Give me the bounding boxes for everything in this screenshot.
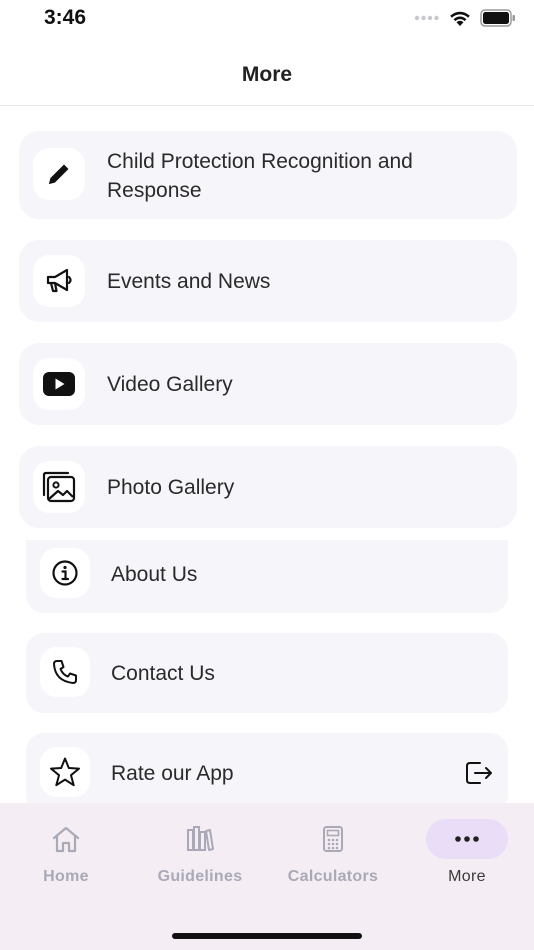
menu-item-events-news[interactable]: Events and News bbox=[19, 240, 517, 322]
status-icons bbox=[414, 8, 516, 28]
tab-icon-container bbox=[25, 819, 107, 859]
tab-label: Home bbox=[43, 868, 89, 885]
menu-icon-box bbox=[33, 148, 85, 200]
menu-icon-box bbox=[40, 647, 90, 697]
menu-item-child-protection[interactable]: Child Protection Recognition and Respons… bbox=[19, 131, 517, 219]
menu-icon-box bbox=[40, 747, 90, 797]
signal-icon bbox=[414, 15, 439, 21]
menu-icon-box bbox=[40, 548, 90, 598]
tab-label: More bbox=[448, 868, 486, 885]
tab-icon-container bbox=[292, 819, 374, 859]
phone-icon bbox=[53, 660, 77, 684]
menu-item-video-gallery[interactable]: Video Gallery bbox=[19, 343, 517, 425]
youtube-icon bbox=[43, 372, 75, 396]
menu-item-contact-us[interactable]: Contact Us bbox=[26, 633, 508, 713]
menu-item-label: Child Protection Recognition and Respons… bbox=[107, 150, 413, 202]
pencil-icon bbox=[49, 164, 69, 184]
menu-item-label: Contact Us bbox=[111, 662, 215, 685]
megaphone-icon bbox=[46, 268, 72, 293]
tab-calculators[interactable]: Calculators bbox=[278, 819, 388, 889]
tab-label: Guidelines bbox=[157, 868, 243, 885]
menu-icon-box bbox=[33, 358, 85, 410]
menu-item-photo-gallery[interactable]: Photo Gallery bbox=[19, 446, 517, 528]
home-indicator bbox=[172, 933, 362, 939]
battery-icon bbox=[480, 9, 515, 27]
more-dots-icon bbox=[455, 836, 479, 842]
star-icon bbox=[50, 757, 80, 787]
menu-icon-box bbox=[33, 255, 85, 307]
menu-item-label: Events and News bbox=[107, 270, 271, 293]
external-link-icon[interactable] bbox=[464, 758, 494, 788]
menu-item-label: Video Gallery bbox=[107, 373, 233, 396]
photo-gallery-icon bbox=[42, 471, 76, 503]
menu-item-about-us[interactable]: About Us bbox=[26, 540, 508, 613]
info-icon bbox=[52, 560, 78, 586]
menu-item-label: Rate our App bbox=[111, 762, 234, 785]
status-bar: 3:46 bbox=[0, 0, 534, 44]
page-title: More bbox=[241, 62, 293, 86]
tab-bar: Home Guidelines Calculators More bbox=[0, 803, 534, 950]
menu-item-rate-app[interactable]: Rate our App bbox=[26, 733, 508, 813]
menu-item-label: About Us bbox=[111, 563, 198, 586]
nav-header: More bbox=[0, 44, 534, 106]
tab-guidelines[interactable]: Guidelines bbox=[145, 819, 255, 889]
tab-label: Calculators bbox=[287, 868, 379, 885]
tab-more[interactable]: More bbox=[412, 819, 522, 889]
calculator-icon bbox=[323, 826, 343, 852]
tab-icon-container bbox=[159, 819, 241, 859]
books-icon bbox=[187, 826, 214, 851]
home-icon bbox=[52, 826, 80, 853]
tab-home[interactable]: Home bbox=[11, 819, 121, 889]
menu-item-label: Photo Gallery bbox=[107, 476, 235, 499]
status-time: 3:46 bbox=[44, 6, 87, 29]
wifi-icon bbox=[450, 11, 470, 26]
menu-icon-box bbox=[33, 461, 85, 513]
tab-icon-container-active bbox=[426, 819, 508, 859]
